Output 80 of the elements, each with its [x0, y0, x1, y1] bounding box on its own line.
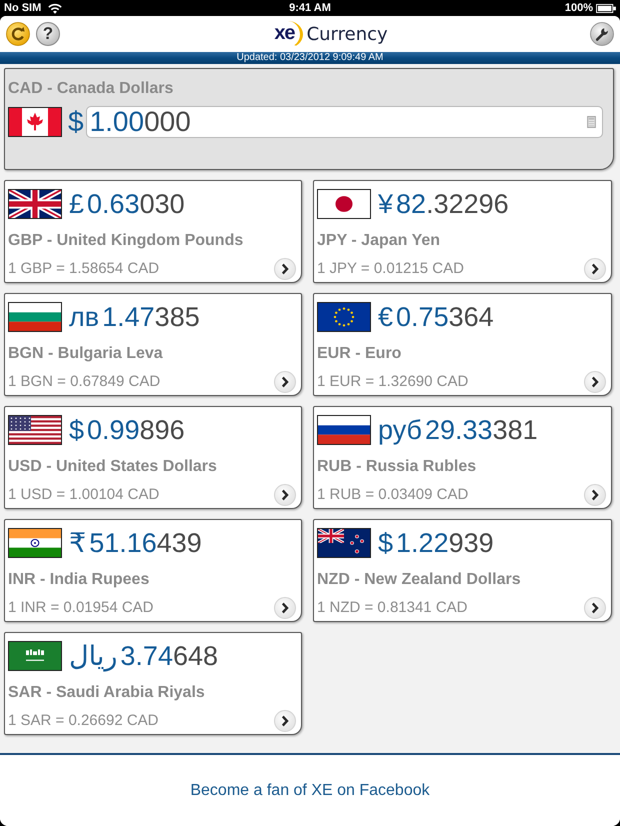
details-button[interactable] — [274, 710, 296, 732]
wifi-icon — [48, 2, 62, 14]
battery-icon — [596, 4, 616, 12]
converted-amount: лв 1.47385 — [69, 301, 200, 333]
currency-card[interactable]: $1.22939 NZD - New Zealand Dollars 1 NZD = 0.81341 CAD — [313, 519, 612, 622]
currency-name: USD - United States Dollars — [8, 457, 218, 477]
details-button[interactable] — [274, 597, 296, 619]
carrier-text: No SIM — [4, 2, 42, 14]
details-button[interactable] — [584, 484, 606, 506]
status-time: 9:41 AM — [289, 2, 331, 14]
currency-card[interactable]: €0.75364 EUR - Euro 1 EUR = 1.32690 CAD — [313, 293, 612, 396]
bulgaria-flag-icon — [8, 302, 62, 332]
currency-card[interactable]: ₹51.16439 INR - India Rupees 1 INR = 0.01954 CAD — [4, 519, 302, 622]
currency-name: JPY - Japan Yen — [317, 231, 442, 251]
converted-amount: ¥82.32296 — [378, 188, 509, 220]
canada-flag-icon — [8, 107, 62, 137]
chevron-icon — [281, 489, 289, 501]
chevron-icon — [281, 376, 289, 388]
calculator-icon — [587, 116, 596, 128]
converted-amount: ₹51.16439 — [69, 527, 202, 559]
details-button[interactable] — [584, 371, 606, 393]
india-flag-icon — [8, 528, 62, 558]
currency-card[interactable]: ¥82.32296 JPY - Japan Yen 1 JPY = 0.01215 CAD — [313, 180, 612, 283]
currency-card[interactable]: руб29.33381 RUB - Russia Rubles 1 RUB = 0.03409 CAD — [313, 406, 612, 509]
currency-card[interactable]: £0.63030 GBP - United Kingdom Pounds 1 GBP = 1.58654 CAD — [4, 180, 302, 283]
battery-percent: 100% — [564, 2, 593, 14]
help-button[interactable]: ? — [36, 22, 60, 46]
exchange-rate: 1 INR = 0.01954 CAD — [8, 598, 154, 618]
details-button[interactable] — [274, 258, 296, 280]
exchange-rate: 1 NZD = 0.81341 CAD — [317, 598, 468, 618]
currency-name: GBP - United Kingdom Pounds — [8, 231, 244, 251]
currency-name: CAD - Canada Dollars — [8, 79, 174, 99]
chevron-icon — [281, 715, 289, 727]
currency-symbol: $ — [68, 106, 84, 138]
details-button[interactable] — [274, 484, 296, 506]
us-flag-icon — [8, 415, 62, 445]
exchange-rate: 1 SAR = 0.26692 CAD — [8, 711, 159, 731]
converted-amount: руб29.33381 — [378, 414, 538, 446]
currency-card[interactable]: лв 1.47385 BGN - Bulgaria Leva 1 BGN = 0.67849 CAD — [4, 293, 302, 396]
exchange-rate: 1 JPY = 0.01215 CAD — [317, 259, 464, 279]
exchange-rate: 1 BGN = 0.67849 CAD — [8, 372, 160, 392]
details-button[interactable] — [584, 258, 606, 280]
app-title: Currency — [306, 24, 388, 44]
currency-name: INR - India Rupees — [8, 570, 150, 590]
uk-flag-icon — [8, 189, 62, 219]
currency-name: NZD - New Zealand Dollars — [317, 570, 522, 590]
saudi-flag-icon — [8, 641, 62, 671]
exchange-rate: 1 EUR = 1.32690 CAD — [317, 372, 468, 392]
currency-card[interactable]: $0.99896 USD - United States Dollars 1 USD = 1.00104 CAD — [4, 406, 302, 509]
exchange-rate: 1 USD = 1.00104 CAD — [8, 485, 160, 505]
chevron-icon — [591, 263, 599, 275]
exchange-rate: 1 GBP = 1.58654 CAD — [8, 259, 160, 279]
details-button[interactable] — [584, 597, 606, 619]
new-zealand-flag-icon — [317, 528, 371, 558]
converted-amount: $0.99896 — [69, 414, 185, 446]
converted-amount: £0.63030 — [69, 188, 185, 220]
facebook-link[interactable]: Become a fan of XE on Facebook — [190, 782, 430, 800]
updated-timestamp: Updated: 03/23/2012 9:09:49 AM — [0, 52, 620, 64]
settings-button[interactable] — [590, 22, 614, 46]
converted-amount: €0.75364 — [378, 301, 494, 333]
converted-amount: $1.22939 — [378, 527, 494, 559]
eu-flag-icon — [317, 302, 371, 332]
russia-flag-icon — [317, 415, 371, 445]
japan-flag-icon — [317, 189, 371, 219]
currency-name: SAR - Saudi Arabia Riyals — [8, 683, 206, 703]
currency-name: RUB - Russia Rubles — [317, 457, 478, 477]
details-button[interactable] — [274, 371, 296, 393]
currency-name: EUR - Euro — [317, 344, 402, 364]
xe-logo: xe — [272, 20, 303, 48]
refresh-icon — [6, 22, 30, 46]
wrench-icon — [590, 22, 614, 46]
currency-name: BGN - Bulgaria Leva — [8, 344, 164, 364]
chevron-icon — [281, 602, 289, 614]
exchange-rate: 1 RUB = 0.03409 CAD — [317, 485, 468, 505]
amount-field[interactable]: 1.00000 — [86, 106, 603, 138]
chevron-icon — [591, 376, 599, 388]
refresh-button[interactable] — [6, 22, 30, 46]
chevron-icon — [591, 489, 599, 501]
chevron-icon — [281, 263, 289, 275]
chevron-icon — [591, 602, 599, 614]
